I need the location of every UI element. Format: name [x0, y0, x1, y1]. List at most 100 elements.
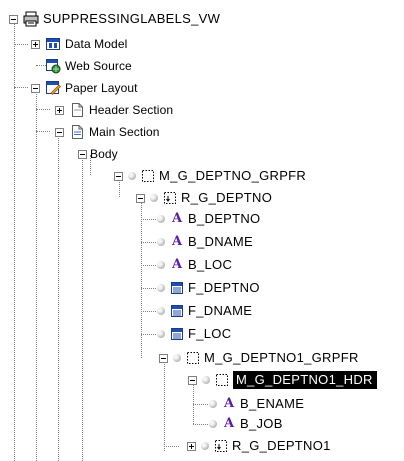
paper-layout-icon [45, 80, 61, 96]
tree-node-paper-layout[interactable]: Paper Layout [31, 78, 138, 98]
frame-icon [187, 352, 199, 364]
tree-connector-line [14, 44, 28, 45]
tree-node-label: R_G_DEPTNO [181, 190, 273, 205]
tree-node-m-g-deptno1-hdr[interactable]: M_G_DEPTNO1_HDR [188, 370, 377, 390]
collapse-toggle[interactable] [188, 375, 197, 385]
tree-connector-line [141, 219, 156, 220]
report-icon [23, 11, 39, 27]
tree-node-label: Data Model [65, 37, 128, 51]
pin-icon [157, 238, 165, 246]
boilerplate-text-icon: A [171, 211, 183, 226]
collapse-toggle[interactable] [159, 353, 168, 363]
expand-toggle[interactable] [55, 105, 64, 115]
pin-icon [209, 420, 217, 428]
collapse-toggle[interactable] [78, 149, 87, 159]
tree-node-data-model[interactable]: Data Model [31, 34, 127, 54]
tree-node-f-deptno[interactable]: F_DEPTNO [157, 278, 260, 298]
frame-icon [142, 170, 154, 182]
tree-node-b-loc[interactable]: A B_LOC [157, 255, 232, 275]
tree-node-label: B_JOB [240, 416, 283, 431]
frame-icon [216, 374, 228, 386]
tree-node-header-section[interactable]: Header Section [55, 100, 173, 120]
tree-connector-line [14, 87, 28, 88]
expand-toggle[interactable] [31, 39, 40, 49]
tree-node-label: F_LOC [188, 326, 232, 341]
tree-node-f-loc[interactable]: F_LOC [157, 324, 231, 344]
tree-node-label: B_LOC [188, 257, 233, 272]
tree-node-r-g-deptno[interactable]: R_G_DEPTNO [136, 188, 272, 208]
boilerplate-text-icon: A [171, 234, 183, 249]
repeating-frame-icon [215, 440, 227, 452]
tree-node-label: F_DEPTNO [188, 280, 260, 295]
tree-connector-line [36, 131, 50, 132]
tree-connector-line [141, 334, 156, 335]
boilerplate-text-icon: A [223, 396, 235, 411]
section-icon [69, 124, 85, 140]
pin-icon [157, 284, 165, 292]
tree-node-label: Main Section [89, 125, 160, 139]
tree-connector-line [141, 288, 156, 289]
expand-toggle[interactable] [187, 441, 196, 451]
tree-connector-line [164, 358, 165, 451]
tree-node-label: M_G_DEPTNO_GRPFR [159, 168, 307, 183]
section-icon [69, 102, 85, 118]
data-model-icon [45, 36, 61, 52]
tree-node-label: Header Section [89, 103, 174, 117]
tree-connector-line [36, 109, 50, 110]
tree-node-b-dname[interactable]: A B_DNAME [157, 232, 253, 252]
pin-icon [157, 215, 165, 223]
collapse-toggle[interactable] [9, 14, 18, 24]
tree-node-label: B_ENAME [240, 396, 305, 411]
tree-node-b-ename[interactable]: A B_ENAME [209, 394, 304, 414]
tree-node-r-g-deptno1[interactable]: R_G_DEPTNO1 [187, 436, 331, 456]
repeating-frame-icon [164, 192, 176, 204]
tree-connector-line [82, 155, 83, 461]
tree-node-label: Web Source [65, 59, 132, 73]
tree-connector-line [141, 197, 142, 358]
boilerplate-text-icon: A [171, 257, 183, 272]
tree-node-label: R_G_DEPTNO1 [232, 438, 331, 453]
tree-node-label: B_DNAME [188, 234, 253, 249]
tree-connector-line [141, 311, 156, 312]
tree-node-web-source[interactable]: Web Source [31, 56, 132, 76]
object-navigator-tree: SUPPRESSINGLABELS_VW Data Model Web Sour… [0, 0, 404, 461]
pin-icon [157, 307, 165, 315]
tree-node-root[interactable]: SUPPRESSINGLABELS_VW [9, 9, 220, 29]
collapse-toggle[interactable] [114, 171, 123, 181]
tree-node-label: M_G_DEPTNO1_GRPFR [204, 350, 359, 365]
tree-node-main-section[interactable]: Main Section [55, 122, 160, 142]
tree-node-label: Paper Layout [65, 81, 138, 95]
tree-connector-line [193, 424, 208, 425]
tree-node-label: B_DEPTNO [188, 211, 261, 226]
pin-icon [173, 354, 181, 362]
field-icon [171, 305, 183, 317]
tree-node-m-g-deptno1-grpfr[interactable]: M_G_DEPTNO1_GRPFR [159, 348, 359, 368]
field-icon [171, 328, 183, 340]
tree-node-b-deptno[interactable]: A B_DEPTNO [157, 209, 260, 229]
tree-node-b-job[interactable]: A B_JOB [209, 414, 283, 434]
tree-node-m-g-deptno-grpfr[interactable]: M_G_DEPTNO_GRPFR [114, 166, 306, 186]
tree-connector-line [58, 133, 59, 461]
field-icon [171, 282, 183, 294]
pin-icon [150, 194, 158, 202]
tree-connector-line [193, 404, 208, 405]
tree-node-label: F_DNAME [188, 303, 253, 318]
tree-node-f-dname[interactable]: F_DNAME [157, 301, 252, 321]
tree-connector-line [141, 265, 156, 266]
tree-node-body[interactable]: Body [78, 144, 118, 164]
pin-icon [202, 376, 210, 384]
boilerplate-text-icon: A [223, 416, 235, 431]
pin-icon [157, 261, 165, 269]
tree-connector-line [141, 242, 156, 243]
web-source-icon [45, 58, 61, 74]
collapse-toggle[interactable] [136, 193, 145, 203]
pin-icon [209, 400, 217, 408]
pin-icon [201, 442, 209, 450]
pin-icon [157, 330, 165, 338]
collapse-toggle[interactable] [55, 127, 64, 137]
tree-connector-line [36, 90, 37, 461]
tree-connector-line [14, 23, 15, 461]
pin-icon [128, 172, 136, 180]
collapse-toggle[interactable] [31, 83, 40, 93]
tree-node-label-selected: M_G_DEPTNO1_HDR [233, 371, 377, 389]
